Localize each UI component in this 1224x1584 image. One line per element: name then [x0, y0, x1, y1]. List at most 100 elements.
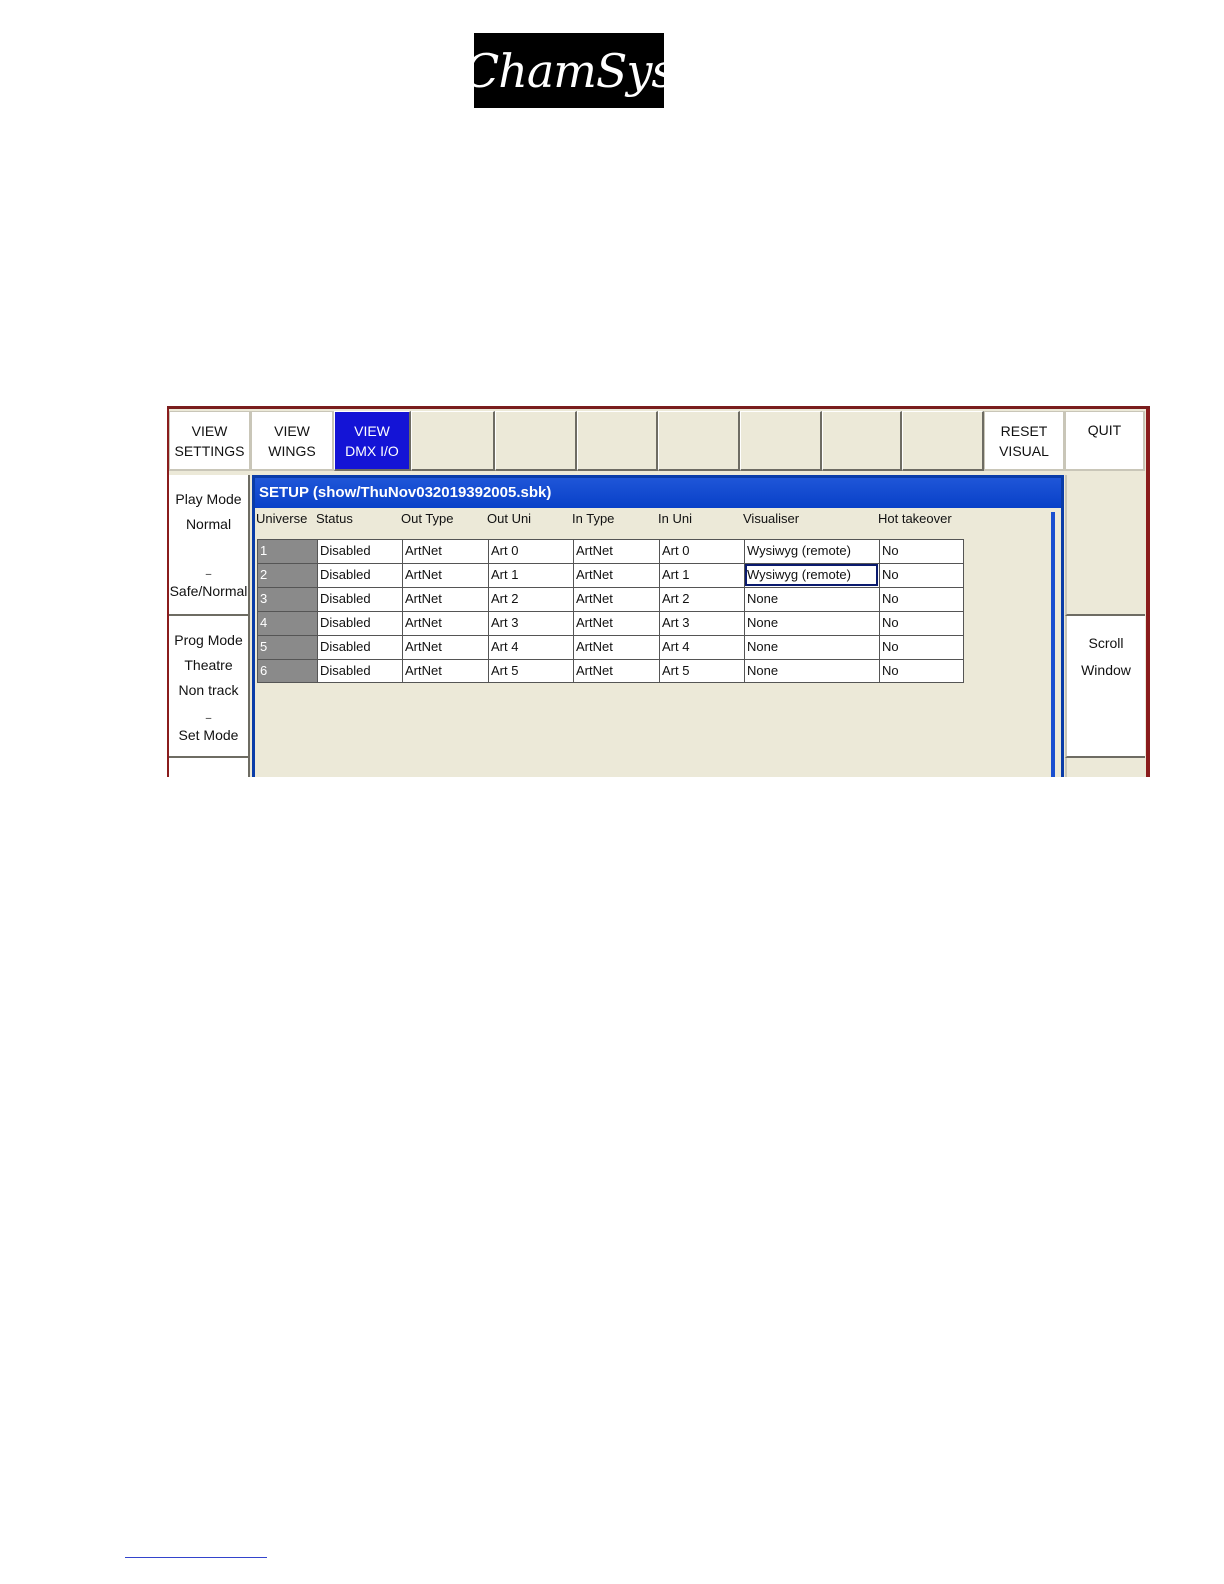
setup-window: SETUP (show/ThuNov032019392005.sbk) Univ… [252, 475, 1064, 777]
table-row[interactable]: 1 Disabled ArtNet Art 0 ArtNet Art 0 Wysiwyg (… [257, 539, 964, 563]
view-wings-button[interactable]: VIEW WINGS [251, 411, 334, 471]
cell-out-type[interactable]: ArtNet [402, 611, 488, 635]
reset-visual-button[interactable]: RESET VISUAL [984, 411, 1065, 471]
cell-out-type[interactable]: ArtNet [402, 587, 488, 611]
cell-status[interactable]: Disabled [317, 635, 402, 659]
cell-hot-takeover[interactable]: No [879, 635, 964, 659]
cell-status[interactable]: Disabled [317, 611, 402, 635]
prog-mode-button[interactable]: Prog Mode Theatre Non track – Set Mode [169, 616, 250, 758]
table-row[interactable]: 3 Disabled ArtNet Art 2 ArtNet Art 2 None No [257, 587, 964, 611]
cell-visualiser[interactable]: None [744, 635, 879, 659]
cell-out-uni[interactable]: Art 1 [488, 563, 573, 587]
reset-visual-line2: VISUAL [999, 442, 1049, 459]
dmx-table: 1 Disabled ArtNet Art 0 ArtNet Art 0 Wysiwyg (… [257, 539, 964, 683]
cell-out-uni[interactable]: Art 3 [488, 611, 573, 635]
top-softkey-bar: VIEW SETTINGS VIEW WINGS VIEW DMX I/O RE… [167, 409, 1150, 475]
quit-label: QUIT [1087, 422, 1122, 438]
table-row[interactable]: 2 Disabled ArtNet Art 1 ArtNet Art 1 Wysiwyg (… [257, 563, 964, 587]
cell-universe[interactable]: 2 [257, 563, 317, 587]
cell-out-type[interactable]: ArtNet [402, 659, 488, 683]
cell-status[interactable]: Disabled [317, 539, 402, 563]
cell-universe[interactable]: 1 [257, 539, 317, 563]
cell-in-type[interactable]: ArtNet [573, 635, 659, 659]
column-header-status: Status [316, 511, 353, 526]
cell-hot-takeover[interactable]: No [879, 587, 964, 611]
cell-in-uni[interactable]: Art 1 [659, 563, 744, 587]
cell-in-type[interactable]: ArtNet [573, 659, 659, 683]
cell-hot-takeover[interactable]: No [879, 563, 964, 587]
cell-in-uni[interactable]: Art 4 [659, 635, 744, 659]
cell-in-uni[interactable]: Art 5 [659, 659, 744, 683]
play-mode-marker: – [205, 569, 212, 580]
softkey-empty-4[interactable] [658, 411, 740, 471]
column-header-hot-takeover: Hot takeover [878, 511, 952, 526]
cell-status[interactable]: Disabled [317, 659, 402, 683]
view-settings-line2: SETTINGS [174, 442, 245, 459]
play-mode-value: Normal [185, 516, 232, 532]
cell-visualiser[interactable]: None [744, 587, 879, 611]
play-mode-title: Play Mode [175, 491, 242, 507]
cell-in-uni[interactable]: Art 2 [659, 587, 744, 611]
softkey-empty-1[interactable] [411, 411, 495, 471]
view-settings-button[interactable]: VIEW SETTINGS [169, 411, 251, 471]
footer-link-underline[interactable] [125, 1557, 267, 1558]
right-softkey-empty-2[interactable] [1065, 758, 1145, 777]
cell-universe[interactable]: 6 [257, 659, 317, 683]
table-row[interactable]: 4 Disabled ArtNet Art 3 ArtNet Art 3 None No [257, 611, 964, 635]
view-settings-line1: VIEW [191, 422, 228, 439]
cell-in-uni[interactable]: Art 0 [659, 539, 744, 563]
left-softkey-empty[interactable] [169, 758, 250, 777]
cell-visualiser[interactable]: Wysiwyg (remote) [744, 563, 879, 587]
softkey-empty-7[interactable] [902, 411, 984, 471]
cell-status[interactable]: Disabled [317, 587, 402, 611]
softkey-empty-6[interactable] [822, 411, 902, 471]
scrollbar[interactable] [1051, 512, 1055, 777]
view-wings-line1: VIEW [274, 422, 310, 439]
quit-button[interactable]: QUIT [1065, 411, 1145, 471]
cell-visualiser[interactable]: Wysiwyg (remote) [744, 539, 879, 563]
softkey-empty-3[interactable] [577, 411, 658, 471]
console-screenshot: VIEW SETTINGS VIEW WINGS VIEW DMX I/O RE… [167, 406, 1150, 777]
cell-in-uni[interactable]: Art 3 [659, 611, 744, 635]
cell-in-type[interactable]: ArtNet [573, 587, 659, 611]
cell-universe[interactable]: 4 [257, 611, 317, 635]
cell-out-type[interactable]: ArtNet [402, 563, 488, 587]
window-label: Window [1081, 662, 1131, 678]
cell-out-uni[interactable]: Art 2 [488, 587, 573, 611]
scroll-window-button[interactable]: Scroll Window [1065, 616, 1145, 758]
softkey-empty-2[interactable] [495, 411, 577, 471]
cell-in-type[interactable]: ArtNet [573, 539, 659, 563]
cell-out-uni[interactable]: Art 5 [488, 659, 573, 683]
cell-out-type[interactable]: ArtNet [402, 635, 488, 659]
play-mode-button[interactable]: Play Mode Normal – Safe/Normal [169, 475, 250, 616]
cell-out-type[interactable]: ArtNet [402, 539, 488, 563]
column-header-visualiser: Visualiser [743, 511, 800, 526]
column-header-out-uni: Out Uni [487, 511, 532, 526]
softkey-empty-5[interactable] [740, 411, 822, 471]
cell-out-uni[interactable]: Art 0 [488, 539, 573, 563]
cell-hot-takeover[interactable]: No [879, 611, 964, 635]
column-header-in-type: In Type [572, 511, 615, 526]
safe-normal-label: Safe/Normal [169, 583, 248, 599]
column-header-universe: Universe [256, 511, 308, 526]
prog-mode-non-track: Non track [178, 682, 239, 698]
chamsys-logo: ChamSys [464, 33, 675, 108]
cell-visualiser[interactable]: None [744, 659, 879, 683]
right-softkey-empty[interactable] [1065, 475, 1145, 616]
setup-window-title: SETUP (show/ThuNov032019392005.sbk) [255, 478, 1061, 508]
view-dmx-line2: DMX I/O [345, 442, 399, 459]
cell-in-type[interactable]: ArtNet [573, 563, 659, 587]
cell-universe[interactable]: 3 [257, 587, 317, 611]
cell-in-type[interactable]: ArtNet [573, 611, 659, 635]
cell-hot-takeover[interactable]: No [879, 659, 964, 683]
cell-out-uni[interactable]: Art 4 [488, 635, 573, 659]
cell-visualiser[interactable]: None [744, 611, 879, 635]
cell-universe[interactable]: 5 [257, 635, 317, 659]
column-header-out-type: Out Type [401, 511, 454, 526]
table-row[interactable]: 6 Disabled ArtNet Art 5 ArtNet Art 5 None No [257, 659, 964, 683]
dmx-table-header: Universe Status Out Type Out Uni In Type In U… [255, 508, 1061, 532]
view-dmx-io-button[interactable]: VIEW DMX I/O [334, 411, 411, 471]
table-row[interactable]: 5 Disabled ArtNet Art 4 ArtNet Art 4 None No [257, 635, 964, 659]
cell-hot-takeover[interactable]: No [879, 539, 964, 563]
cell-status[interactable]: Disabled [317, 563, 402, 587]
